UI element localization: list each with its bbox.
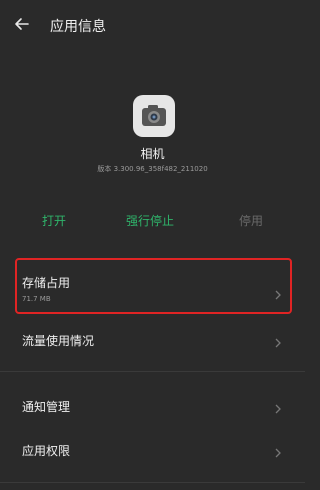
page-title: 应用信息 <box>50 19 106 35</box>
disable-button[interactable]: 停用 <box>239 212 263 229</box>
open-button[interactable]: 打开 <box>42 212 66 229</box>
bottom-divider <box>0 482 305 483</box>
app-name: 相机 <box>140 147 165 161</box>
chevron-right-icon <box>273 400 283 414</box>
section-divider <box>0 371 305 372</box>
notifications-label: 通知管理 <box>22 400 71 414</box>
app-version: 版本 3.300.96_358f482_211020 <box>97 165 208 173</box>
back-arrow-icon[interactable] <box>12 14 32 34</box>
data-usage-label: 流量使用情况 <box>22 334 95 348</box>
notifications-row[interactable]: 通知管理 <box>0 388 305 428</box>
top-bar: 应用信息 <box>0 0 305 50</box>
chevron-right-icon <box>273 444 283 458</box>
force-stop-button[interactable]: 强行停止 <box>126 212 174 229</box>
camera-icon <box>133 95 175 137</box>
permissions-label: 应用权限 <box>22 444 71 458</box>
permissions-row[interactable]: 应用权限 <box>0 432 305 472</box>
highlight-box <box>15 258 292 314</box>
app-actions: 打开 强行停止 停用 <box>0 212 305 232</box>
data-usage-row[interactable]: 流量使用情况 <box>0 322 305 362</box>
chevron-right-icon <box>273 334 283 348</box>
